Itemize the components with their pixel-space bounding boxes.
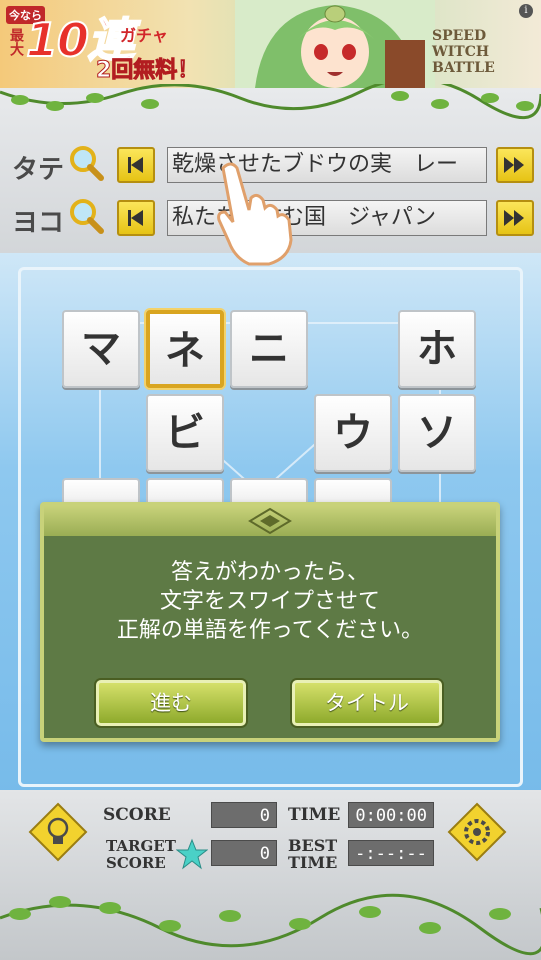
- best-time-value: -:--:--: [348, 840, 434, 866]
- magnifier-icon[interactable]: [68, 198, 104, 234]
- horizontal-next-button[interactable]: [496, 200, 534, 236]
- dialog-line-3: 正解の単語を作ってください。: [116, 618, 424, 643]
- tutorial-dialog: 答えがわかったら、 文字をスワイプさせて 正解の単語を作ってください。 進む タ…: [40, 502, 500, 742]
- ad-character-illustration: [235, 0, 435, 88]
- score-value: 0: [211, 802, 277, 828]
- settings-gear-icon[interactable]: [447, 802, 507, 862]
- score-label: SCORE: [103, 805, 171, 825]
- vertical-next-button[interactable]: [496, 147, 534, 183]
- target-score-label-2: SCORE: [106, 854, 166, 872]
- target-score-label-1: TARGET: [106, 837, 176, 855]
- hint-lightbulb-icon[interactable]: [28, 802, 88, 862]
- title-button[interactable]: タイトル: [292, 680, 442, 726]
- ad-promo-side: 最大: [8, 28, 24, 56]
- horizontal-prev-button[interactable]: [117, 200, 155, 236]
- letter-tile[interactable]: マ: [62, 310, 140, 388]
- time-label: TIME: [288, 805, 341, 825]
- score-panel: SCORE 0 TIME 0:00:00 TARGET SCORE 0 BEST…: [0, 790, 541, 960]
- prev-arrow-icon: [128, 157, 143, 173]
- dialog-line-2: 文字をスワイプさせて: [159, 589, 380, 614]
- next-arrow-icon: [504, 210, 524, 226]
- magnifier-icon[interactable]: [68, 145, 104, 181]
- letter-tile[interactable]: ウ: [314, 394, 392, 472]
- vine-decoration-top: [0, 84, 541, 119]
- dialog-message: 答えがわかったら、 文字をスワイプさせて 正解の単語を作ってください。: [40, 558, 500, 645]
- ad-banner[interactable]: 今なら 最大 10連 ガチャ 2回無料！ SPEED WITCH BATTLE …: [0, 0, 541, 88]
- vertical-clue-label: タテ: [12, 155, 65, 185]
- ad-game-logo: SPEED WITCH BATTLE: [432, 28, 495, 76]
- next-button[interactable]: 進む: [96, 680, 246, 726]
- ad-gacha-text: ガチャ: [120, 26, 168, 45]
- next-arrow-icon: [504, 157, 524, 173]
- letter-tile[interactable]: ニ: [230, 310, 308, 388]
- horizontal-clue-label: ヨコ: [12, 208, 65, 238]
- dialog-line-1: 答えがわかったら、: [170, 560, 369, 585]
- letter-tile[interactable]: ホ: [398, 310, 476, 388]
- ad-info-icon[interactable]: i: [519, 4, 533, 18]
- dialog-ornament-icon: [248, 507, 292, 535]
- time-value: 0:00:00: [348, 802, 434, 828]
- best-time-label-2: TIME: [288, 853, 338, 872]
- vertical-prev-button[interactable]: [117, 147, 155, 183]
- prev-arrow-icon: [128, 210, 143, 226]
- letter-tile-selected[interactable]: ネ: [146, 310, 224, 388]
- star-icon: [176, 838, 208, 870]
- ad-free-text: 2回無料！: [95, 58, 200, 84]
- letter-tile[interactable]: ビ: [146, 394, 224, 472]
- vine-decoration-bottom: [0, 893, 541, 956]
- target-score-value: 0: [211, 840, 277, 866]
- letter-tile[interactable]: ソ: [398, 394, 476, 472]
- tutorial-hand-icon: [217, 162, 293, 266]
